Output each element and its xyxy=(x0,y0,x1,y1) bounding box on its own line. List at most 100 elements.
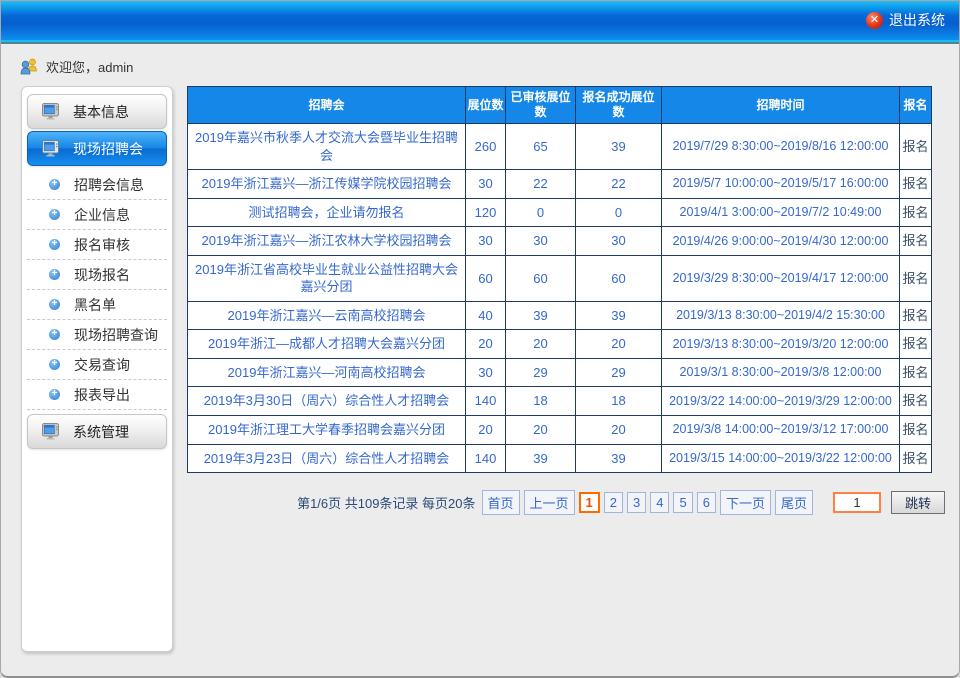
jobfair-name-cell[interactable]: 2019年嘉兴市秋季人才交流大会暨毕业生招聘会 xyxy=(188,124,466,170)
content-layout: 基本信息 现场招聘会 xyxy=(1,86,959,652)
table-row: 2019年浙江—成都人才招聘大会嘉兴分团 20 20 20 2019/3/13 … xyxy=(188,330,932,359)
topbar: 退出系统 xyxy=(1,1,959,40)
column-header-approved: 已审核展位数 xyxy=(506,87,576,124)
sidebar-item-jobfair-info[interactable]: 招聘会信息 xyxy=(27,170,167,200)
recruit-time-cell: 2019/3/22 14:00:00~2019/3/29 12:00:00 xyxy=(662,387,900,416)
column-header-success: 报名成功展位数 xyxy=(576,87,662,124)
approved-count-cell: 39 xyxy=(506,301,576,330)
column-header-apply: 报名 xyxy=(900,87,932,124)
plus-icon xyxy=(49,239,60,250)
logout-button[interactable]: 退出系统 xyxy=(866,10,945,30)
approved-count-cell: 30 xyxy=(506,227,576,256)
sidebar: 基本信息 现场招聘会 xyxy=(21,86,173,652)
success-count-cell: 22 xyxy=(576,170,662,199)
recruit-time-cell: 2019/3/8 14:00:00~2019/3/12 17:00:00 xyxy=(662,416,900,445)
apply-link[interactable]: 报名 xyxy=(900,124,932,170)
table-row: 2019年浙江理工大学春季招聘会嘉兴分团 20 20 20 2019/3/8 1… xyxy=(188,416,932,445)
jump-button[interactable]: 跳转 xyxy=(891,491,945,514)
welcome-bar: 欢迎您，admin xyxy=(19,57,959,76)
page-button-3[interactable]: 3 xyxy=(627,492,646,513)
sidebar-item-transaction-query[interactable]: 交易查询 xyxy=(27,350,167,380)
jump-page-input[interactable] xyxy=(833,492,881,513)
jobfair-name-cell[interactable]: 2019年3月30日（周六）综合性人才招聘会 xyxy=(188,387,466,416)
page-button-2[interactable]: 2 xyxy=(604,492,623,513)
logout-label: 退出系统 xyxy=(889,10,945,30)
sidebar-item-registration-review[interactable]: 报名审核 xyxy=(27,230,167,260)
approved-count-cell: 65 xyxy=(506,124,576,170)
sidebar-item-report-export[interactable]: 报表导出 xyxy=(27,380,167,410)
jobfair-name-cell[interactable]: 2019年浙江嘉兴—浙江农林大学校园招聘会 xyxy=(188,227,466,256)
table-row: 测试招聘会，企业请勿报名 120 0 0 2019/4/1 3:00:00~20… xyxy=(188,198,932,227)
apply-link[interactable]: 报名 xyxy=(900,198,932,227)
page-button-1[interactable]: 1 xyxy=(579,492,600,513)
approved-count-cell: 0 xyxy=(506,198,576,227)
page-button-6[interactable]: 6 xyxy=(697,492,716,513)
logout-icon xyxy=(866,12,883,29)
plus-icon xyxy=(49,299,60,310)
topbar-edge-strip xyxy=(1,42,959,44)
submenu-item-label: 企业信息 xyxy=(74,205,130,225)
booth-count-cell: 140 xyxy=(466,444,506,473)
jobfair-name-cell[interactable]: 2019年3月23日（周六）综合性人才招聘会 xyxy=(188,444,466,473)
sidebar-submenu: 招聘会信息 企业信息 报名审核 现场报名 黑名单 xyxy=(27,168,167,412)
booth-count-cell: 260 xyxy=(466,124,506,170)
jobfair-name-cell[interactable]: 2019年浙江嘉兴—云南高校招聘会 xyxy=(188,301,466,330)
recruit-time-cell: 2019/3/1 8:30:00~2019/3/8 12:00:00 xyxy=(662,358,900,387)
success-count-cell: 18 xyxy=(576,387,662,416)
sidebar-item-onsite-recruit-query[interactable]: 现场招聘查询 xyxy=(27,320,167,350)
jobfair-name-cell[interactable]: 2019年浙江嘉兴—河南高校招聘会 xyxy=(188,358,466,387)
submenu-item-label: 现场招聘查询 xyxy=(74,325,158,345)
last-page-button[interactable]: 尾页 xyxy=(775,490,813,515)
table-row: 2019年3月23日（周六）综合性人才招聘会 140 39 39 2019/3/… xyxy=(188,444,932,473)
apply-link[interactable]: 报名 xyxy=(900,255,932,301)
sidebar-item-blacklist[interactable]: 黑名单 xyxy=(27,290,167,320)
booth-count-cell: 60 xyxy=(466,255,506,301)
submenu-item-label: 报表导出 xyxy=(74,385,130,405)
jobfair-name-cell[interactable]: 2019年浙江省高校毕业生就业公益性招聘大会嘉兴分团 xyxy=(188,255,466,301)
apply-link[interactable]: 报名 xyxy=(900,301,932,330)
page: 退出系统 欢迎您，admin xyxy=(0,0,960,678)
submenu-item-label: 黑名单 xyxy=(74,295,116,315)
submenu-item-label: 交易查询 xyxy=(74,355,130,375)
page-button-5[interactable]: 5 xyxy=(673,492,692,513)
recruit-time-cell: 2019/3/29 8:30:00~2019/4/17 12:00:00 xyxy=(662,255,900,301)
table-row: 2019年嘉兴市秋季人才交流大会暨毕业生招聘会 260 65 39 2019/7… xyxy=(188,124,932,170)
jobfair-name-cell[interactable]: 2019年浙江嘉兴—浙江传媒学院校园招聘会 xyxy=(188,170,466,199)
table-row: 2019年浙江嘉兴—浙江传媒学院校园招聘会 30 22 22 2019/5/7 … xyxy=(188,170,932,199)
table-row: 2019年浙江省高校毕业生就业公益性招聘大会嘉兴分团 60 60 60 2019… xyxy=(188,255,932,301)
prev-page-button[interactable]: 上一页 xyxy=(524,490,575,515)
apply-link[interactable]: 报名 xyxy=(900,330,932,359)
column-header-time: 招聘时间 xyxy=(662,87,900,124)
column-header-booths: 展位数 xyxy=(466,87,506,124)
booth-count-cell: 120 xyxy=(466,198,506,227)
apply-link[interactable]: 报名 xyxy=(900,170,932,199)
jobfair-name-cell[interactable]: 测试招聘会，企业请勿报名 xyxy=(188,198,466,227)
success-count-cell: 0 xyxy=(576,198,662,227)
next-page-button[interactable]: 下一页 xyxy=(720,490,771,515)
pagination-bar: 第1/6页 共109条记录 每页20条 首页 上一页 1 2 3 4 5 6 下… xyxy=(187,490,945,515)
recruit-time-cell: 2019/3/15 14:00:00~2019/3/22 12:00:00 xyxy=(662,444,900,473)
sidebar-item-company-info[interactable]: 企业信息 xyxy=(27,200,167,230)
approved-count-cell: 60 xyxy=(506,255,576,301)
sidebar-item-system-management[interactable]: 系统管理 xyxy=(27,414,167,449)
page-button-4[interactable]: 4 xyxy=(650,492,669,513)
apply-link[interactable]: 报名 xyxy=(900,358,932,387)
sidebar-item-onsite-jobfair[interactable]: 现场招聘会 xyxy=(27,131,167,166)
recruit-time-cell: 2019/7/29 8:30:00~2019/8/16 12:00:00 xyxy=(662,124,900,170)
first-page-button[interactable]: 首页 xyxy=(482,490,520,515)
jobfair-name-cell[interactable]: 2019年浙江—成都人才招聘大会嘉兴分团 xyxy=(188,330,466,359)
monitor-icon xyxy=(42,423,61,440)
approved-count-cell: 39 xyxy=(506,444,576,473)
recruit-time-cell: 2019/4/1 3:00:00~2019/7/2 10:49:00 xyxy=(662,198,900,227)
apply-link[interactable]: 报名 xyxy=(900,387,932,416)
apply-link[interactable]: 报名 xyxy=(900,416,932,445)
pagination-summary: 第1/6页 共109条记录 每页20条 xyxy=(297,493,475,512)
plus-icon xyxy=(49,269,60,280)
success-count-cell: 29 xyxy=(576,358,662,387)
apply-link[interactable]: 报名 xyxy=(900,444,932,473)
sidebar-item-onsite-registration[interactable]: 现场报名 xyxy=(27,260,167,290)
approved-count-cell: 22 xyxy=(506,170,576,199)
sidebar-item-basic-info[interactable]: 基本信息 xyxy=(27,94,167,129)
jobfair-name-cell[interactable]: 2019年浙江理工大学春季招聘会嘉兴分团 xyxy=(188,416,466,445)
apply-link[interactable]: 报名 xyxy=(900,227,932,256)
